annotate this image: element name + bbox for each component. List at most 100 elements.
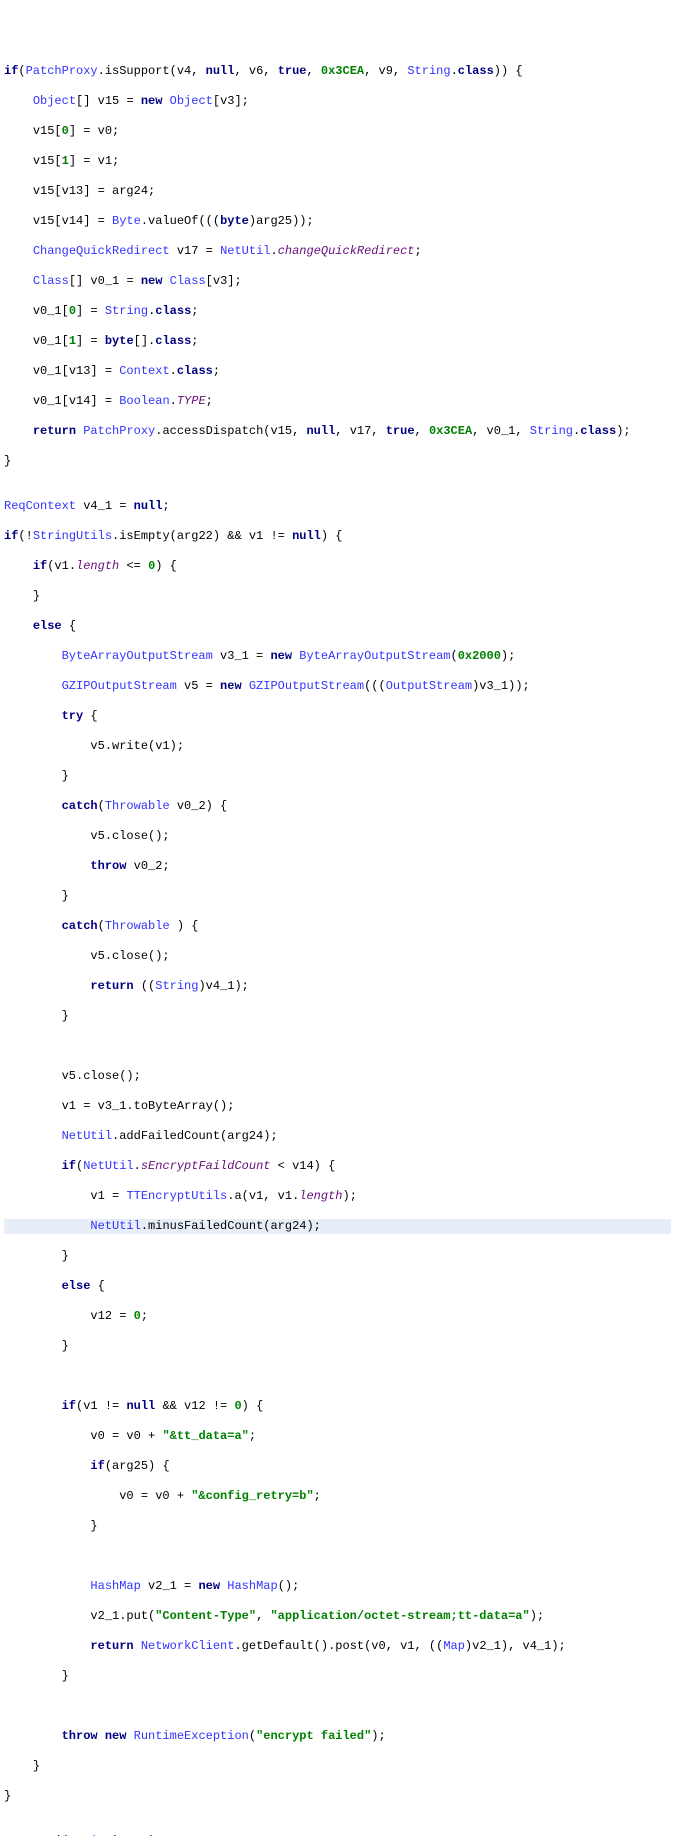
token-kw: if [62,1159,76,1173]
code-line[interactable]: throw new RuntimeException("encrypt fail… [4,1729,671,1744]
code-line[interactable] [4,1369,671,1384]
code-line[interactable]: ReqContext v4_1 = null; [4,499,671,514]
token-kw: new [141,274,163,288]
code-line[interactable]: v12 = 0; [4,1309,671,1324]
code-line[interactable]: } [4,1009,671,1024]
code-line[interactable]: } [4,589,671,604]
code-line[interactable]: v15[v13] = arg24; [4,184,671,199]
code-line[interactable]: } [4,1519,671,1534]
token-field: TYPE [177,394,206,408]
token-str: "&config_retry=b" [191,1489,313,1503]
token-type: Map [443,1639,465,1653]
code-line[interactable]: v15[1] = v1; [4,154,671,169]
token-kw: return [90,979,133,993]
token-kw: if [90,1459,104,1473]
code-line[interactable]: if(arg25) { [4,1459,671,1474]
token-num: 0x3CEA [429,424,472,438]
code-line[interactable]: v0_1[0] = String.class; [4,304,671,319]
token-type: Class [170,274,206,288]
token-field: changeQuickRedirect [278,244,415,258]
code-line[interactable]: return PatchProxy.accessDispatch(v15, nu… [4,424,671,439]
token-kw: class [458,64,494,78]
code-line[interactable]: v0_1[v14] = Boolean.TYPE; [4,394,671,409]
code-line[interactable]: v1 = TTEncryptUtils.a(v1, v1.length); [4,1189,671,1204]
token-type: Throwable [105,799,170,813]
code-line[interactable] [4,1549,671,1564]
code-line[interactable]: v5.close(); [4,949,671,964]
code-line[interactable]: NetUtil.minusFailedCount(arg24); [4,1219,671,1234]
code-line[interactable]: if(PatchProxy.isSupport(v4, null, v6, tr… [4,64,671,79]
token-type: NetUtil [220,244,270,258]
token-kw: if [4,529,18,543]
token-type: NetUtil [62,1129,112,1143]
code-line[interactable]: } [4,1789,671,1804]
code-line[interactable]: if(v1 != null && v12 != 0) { [4,1399,671,1414]
code-line[interactable]: } [4,1339,671,1354]
token-kw: byte [105,334,134,348]
code-line[interactable]: throw v0_2; [4,859,671,874]
code-line[interactable]: } [4,454,671,469]
token-kw: if [62,1399,76,1413]
token-type: String [530,424,573,438]
code-line[interactable]: else { [4,619,671,634]
code-line[interactable]: } [4,769,671,784]
token-type: NetworkClient [141,1639,235,1653]
code-line[interactable]: v0 = v0 + "&tt_data=a"; [4,1429,671,1444]
code-line[interactable]: GZIPOutputStream v5 = new GZIPOutputStre… [4,679,671,694]
token-type: String [105,304,148,318]
token-kw: class [155,334,191,348]
code-line[interactable]: catch(Throwable v0_2) { [4,799,671,814]
code-line[interactable]: return ((String)v4_1); [4,979,671,994]
code-line[interactable]: ChangeQuickRedirect v17 = NetUtil.change… [4,244,671,259]
token-kw: class [155,304,191,318]
code-line[interactable]: v5.close(); [4,1069,671,1084]
code-line[interactable]: } [4,889,671,904]
token-type: RuntimeException [134,1729,249,1743]
token-type: Byte [112,214,141,228]
code-line[interactable]: HashMap v2_1 = new HashMap(); [4,1579,671,1594]
code-line[interactable]: v15[0] = v0; [4,124,671,139]
code-line[interactable] [4,1039,671,1054]
code-line[interactable]: v15[v14] = Byte.valueOf(((byte)arg25)); [4,214,671,229]
token-num: 0x3CEA [321,64,364,78]
code-line[interactable]: v0_1[1] = byte[].class; [4,334,671,349]
code-line[interactable]: else { [4,1279,671,1294]
code-line[interactable]: } [4,1249,671,1264]
code-line[interactable]: return NetworkClient.getDefault().post(v… [4,1639,671,1654]
token-kw: new [270,649,292,663]
code-line[interactable]: v5.close(); [4,829,671,844]
token-field: sEncryptFaildCount [141,1159,271,1173]
token-type: HashMap [227,1579,277,1593]
code-line[interactable]: } [4,1669,671,1684]
code-line[interactable]: Class[] v0_1 = new Class[v3]; [4,274,671,289]
code-line[interactable]: v5.write(v1); [4,739,671,754]
token-num: 0 [234,1399,241,1413]
code-line[interactable]: if(!StringUtils.isEmpty(arg22) && v1 != … [4,529,671,544]
token-kw: class [177,364,213,378]
code-line[interactable]: NetUtil.addFailedCount(arg24); [4,1129,671,1144]
code-line[interactable] [4,1699,671,1714]
code-viewer[interactable]: if(PatchProxy.isSupport(v4, null, v6, tr… [4,64,671,1836]
token-kw: return [90,1639,133,1653]
code-line[interactable]: try { [4,709,671,724]
token-kw: new [198,1579,220,1593]
code-line[interactable]: Object[] v15 = new Object[v3]; [4,94,671,109]
token-str: "&tt_data=a" [162,1429,248,1443]
code-line[interactable]: v1 = v3_1.toByteArray(); [4,1099,671,1114]
code-line[interactable]: catch(Throwable ) { [4,919,671,934]
code-line[interactable]: ByteArrayOutputStream v3_1 = new ByteArr… [4,649,671,664]
token-kw: try [62,709,84,723]
code-line[interactable]: } [4,1759,671,1774]
token-type: String [155,979,198,993]
code-line[interactable]: if(NetUtil.sEncryptFaildCount < v14) { [4,1159,671,1174]
code-line[interactable]: return ((String)v4_1); [4,1834,671,1836]
code-line[interactable]: v2_1.put("Content-Type", "application/oc… [4,1609,671,1624]
code-line[interactable]: if(v1.length <= 0) { [4,559,671,574]
code-line[interactable]: v0_1[v13] = Context.class; [4,364,671,379]
token-str: "application/octet-stream;tt-data=a" [270,1609,529,1623]
token-type: PatchProxy [83,424,155,438]
token-str: "Content-Type" [155,1609,256,1623]
token-num: 0 [134,1309,141,1323]
code-line[interactable]: v0 = v0 + "&config_retry=b"; [4,1489,671,1504]
token-kw: else [62,1279,91,1293]
